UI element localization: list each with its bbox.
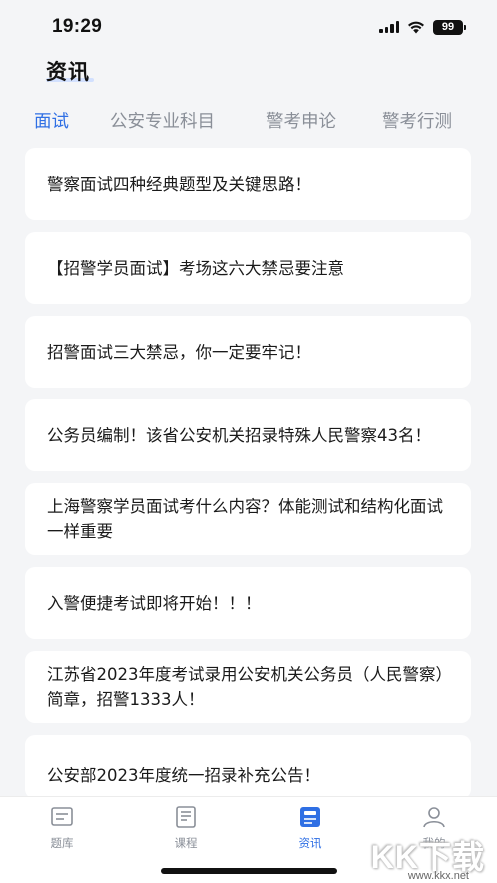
question-bank-icon — [51, 807, 73, 826]
article-title: 入警便捷考试即将开始！！！ — [47, 593, 262, 613]
nav-label: 课程 — [174, 836, 198, 850]
watermark-url: www.kkx.net — [407, 870, 469, 882]
article-card[interactable]: 警察面试四种经典题型及关键思路！ — [25, 148, 471, 220]
tab-police-aptitude[interactable]: 警考行测 — [382, 108, 452, 138]
nav-question-bank[interactable]: 题库 — [32, 805, 92, 851]
battery-icon: 99 — [433, 19, 466, 35]
article-card[interactable]: 公安部2023年度统一招录补充公告！ — [25, 735, 471, 799]
category-tabs: 面试 公安专业科目 警考申论 警考行测 — [34, 108, 497, 138]
article-title: 江苏省2023年度考试录用公安机关公务员（人民警察）简章，招警1333人！ — [47, 665, 444, 709]
article-card[interactable]: 上海警察学员面试考什么内容？体能测试和结构化面试一样重要 — [25, 483, 471, 555]
news-icon — [300, 807, 320, 827]
article-card[interactable]: 【招警学员面试】考场这六大禁忌要注意 — [25, 232, 471, 304]
article-title: 招警面试三大禁忌，你一定要牢记！ — [47, 342, 311, 362]
article-card[interactable]: 公务员编制！该省公安机关招录特殊人民警察43名！ — [25, 399, 471, 471]
article-title: 警察面试四种经典题型及关键思路！ — [47, 174, 311, 194]
article-title: 公安部2023年度统一招录补充公告！ — [47, 766, 320, 785]
status-time: 19:29 — [52, 16, 103, 37]
status-icons: 99 — [379, 19, 466, 35]
article-title: 【招警学员面试】考场这六大禁忌要注意 — [47, 258, 344, 278]
article-card[interactable]: 招警面试三大禁忌，你一定要牢记！ — [25, 316, 471, 388]
cellular-signal-icon — [379, 21, 399, 33]
wifi-icon — [408, 21, 424, 33]
nav-course[interactable]: 课程 — [156, 805, 216, 851]
tab-interview[interactable]: 面试 — [34, 108, 110, 138]
course-icon — [176, 806, 196, 828]
nav-label: 资讯 — [298, 836, 322, 850]
article-card[interactable]: 江苏省2023年度考试录用公安机关公务员（人民警察）简章，招警1333人！ — [25, 651, 471, 723]
tab-police-subjects[interactable]: 公安专业科目 — [110, 108, 266, 138]
status-bar: 19:29 99 — [0, 0, 497, 54]
profile-icon — [423, 807, 445, 828]
nav-news[interactable]: 资讯 — [280, 805, 340, 851]
article-title: 公务员编制！该省公安机关招录特殊人民警察43名！ — [47, 425, 431, 445]
page-title: 资讯 — [46, 60, 90, 84]
nav-label: 题库 — [50, 836, 74, 850]
article-card[interactable]: 入警便捷考试即将开始！！！ — [25, 567, 471, 639]
home-indicator — [161, 868, 337, 874]
tab-police-essay[interactable]: 警考申论 — [266, 108, 382, 138]
article-title: 上海警察学员面试考什么内容？体能测试和结构化面试一样重要 — [47, 497, 443, 541]
watermark-logo: KK下载 www.kkx.net — [367, 832, 489, 883]
